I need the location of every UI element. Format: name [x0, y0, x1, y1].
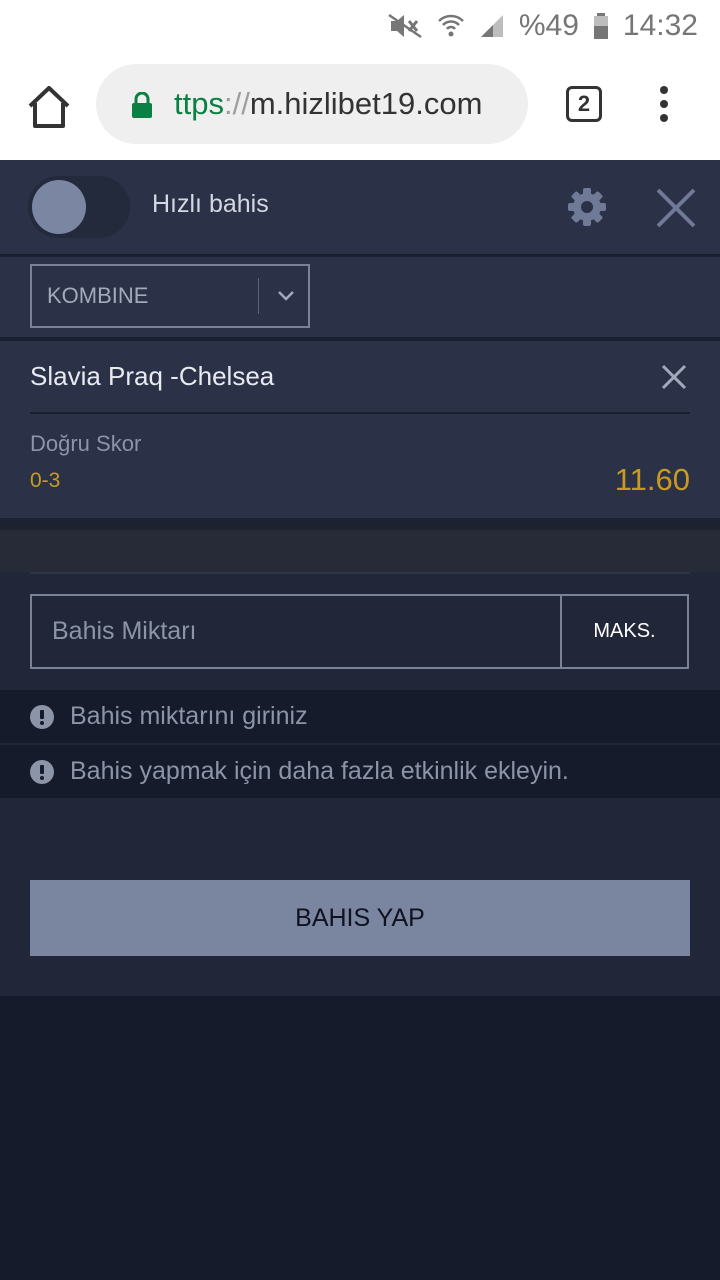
more-options-icon[interactable]	[650, 84, 678, 124]
wifi-icon	[437, 14, 464, 37]
lock-icon	[132, 92, 152, 118]
gear-icon[interactable]	[566, 186, 608, 228]
spacer-strip	[0, 530, 720, 572]
place-bet-button[interactable]: BAHIS YAP	[30, 880, 690, 956]
divider	[0, 518, 720, 530]
home-icon[interactable]	[24, 82, 74, 132]
warning-message: Bahis yapmak için daha fazla etkinlik ek…	[0, 745, 720, 798]
market-name: Doğru Skor	[30, 431, 142, 456]
mute-icon	[388, 13, 422, 39]
odds-value: 11.60	[614, 462, 690, 497]
warning-message: Bahis miktarını giriniz	[0, 690, 720, 743]
signal-icon	[480, 15, 503, 37]
url-separator: ://	[223, 86, 250, 121]
close-icon[interactable]	[654, 186, 698, 230]
betslip-header: Hızlı bahis	[0, 160, 720, 254]
submit-section: BAHIS YAP	[0, 798, 720, 996]
tab-switcher-button[interactable]: 2	[566, 86, 602, 122]
match-name: Slavia Praq -Chelsea	[30, 361, 275, 391]
battery-icon	[593, 13, 608, 39]
url-text: ttps://m.hizlibet19.com	[174, 64, 482, 144]
bet-selection-card: Slavia Praq -Chelsea Doğru Skor 0-3 11.6…	[0, 341, 720, 518]
bet-type-bar: KOMBINE	[0, 257, 720, 337]
divider	[30, 412, 690, 414]
browser-toolbar: ttps://m.hizlibet19.com 2	[0, 52, 720, 160]
chevron-down-icon	[278, 291, 294, 301]
quick-bet-toggle[interactable]	[28, 176, 130, 238]
warning-text: Bahis yapmak için daha fazla etkinlik ek…	[70, 757, 569, 785]
remove-selection-icon[interactable]	[660, 363, 688, 391]
bet-type-value: KOMBINE	[47, 283, 149, 308]
selection-name: 0-3	[30, 469, 61, 492]
bet-type-dropdown[interactable]: KOMBINE	[30, 264, 310, 328]
divider	[30, 572, 690, 574]
dropdown-divider	[258, 278, 259, 314]
status-icons: %49 14:32	[387, 6, 698, 46]
alert-icon	[30, 760, 54, 784]
status-bar: %49 14:32	[0, 0, 720, 52]
url-scheme: ttps	[174, 86, 224, 121]
stake-section: MAKS.	[0, 572, 720, 690]
warning-text: Bahis miktarını giriniz	[70, 702, 308, 730]
url-host: m.hizlibet19.com	[249, 86, 483, 121]
clock: 14:32	[622, 9, 698, 42]
battery-percent: %49	[518, 9, 579, 42]
max-stake-button[interactable]: MAKS.	[560, 594, 689, 669]
stake-input[interactable]	[30, 594, 560, 669]
toggle-knob	[32, 180, 86, 234]
alert-icon	[30, 705, 54, 729]
address-bar[interactable]: ttps://m.hizlibet19.com	[96, 64, 528, 144]
quick-bet-label: Hızlı bahis	[152, 190, 269, 218]
